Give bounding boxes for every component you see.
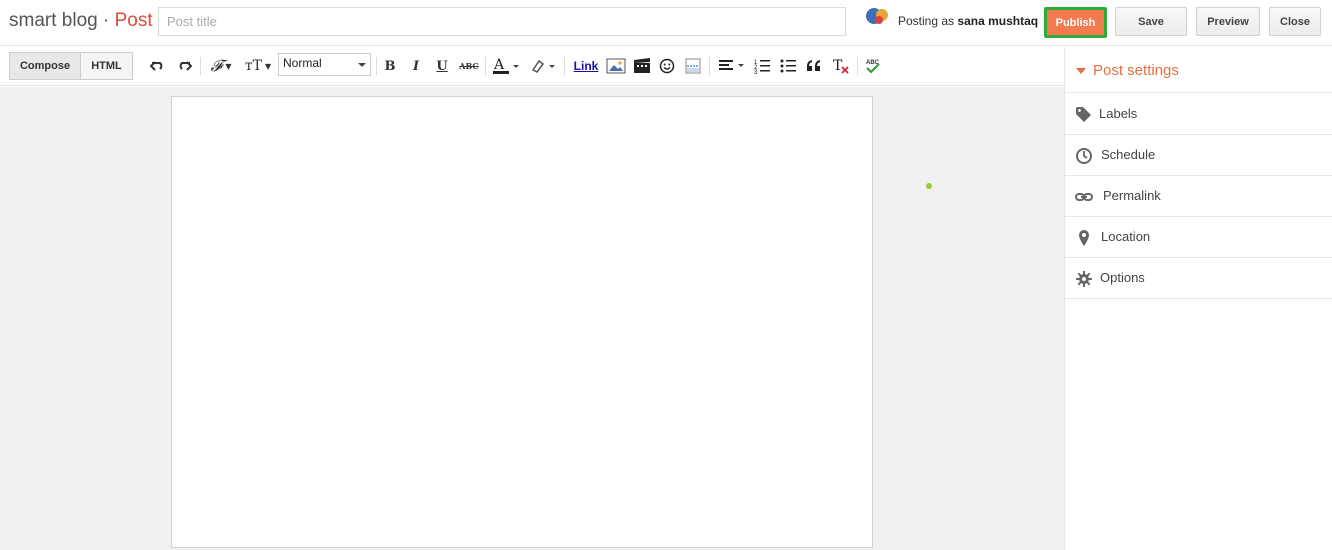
- location-pin-icon: [1075, 229, 1093, 247]
- underline-button[interactable]: U: [435, 56, 449, 76]
- svg-text:A: A: [493, 57, 505, 73]
- redo-icon[interactable]: [175, 56, 193, 76]
- link-button[interactable]: Link: [572, 56, 600, 76]
- paragraph-format-select[interactable]: Normal: [278, 53, 371, 76]
- highlight-color-icon[interactable]: [528, 56, 558, 76]
- settings-item-label: Permalink: [1103, 188, 1161, 203]
- post-settings-title: Post settings: [1093, 62, 1179, 79]
- undo-icon[interactable]: [149, 56, 167, 76]
- settings-item-label: Location: [1101, 229, 1151, 244]
- preview-button[interactable]: Preview: [1196, 7, 1260, 36]
- text-color-icon[interactable]: A: [492, 56, 522, 76]
- avatar[interactable]: [865, 6, 889, 26]
- title-separator: ·: [97, 10, 115, 31]
- caret-down-icon: [1076, 68, 1086, 74]
- top-header: smart blog · Post Posting as sana mushta…: [0, 0, 1332, 46]
- gear-icon: [1075, 270, 1093, 288]
- posting-as-label: Posting as sana mushtaq: [898, 14, 1039, 28]
- font-family-icon[interactable]: 𝓕 ▼: [207, 56, 235, 76]
- settings-item-label: Options: [1100, 270, 1145, 285]
- remove-formatting-icon[interactable]: T: [831, 56, 851, 76]
- quote-icon[interactable]: [805, 56, 823, 76]
- save-button[interactable]: Save: [1115, 7, 1187, 36]
- settings-item-labels[interactable]: Labels: [1065, 94, 1332, 135]
- settings-item-options[interactable]: Options: [1065, 258, 1332, 299]
- clock-icon: [1075, 147, 1093, 165]
- font-size-icon[interactable]: ᴛT ▼: [243, 56, 273, 76]
- align-icon[interactable]: [717, 56, 747, 76]
- bold-button[interactable]: B: [383, 56, 397, 76]
- toolbar-divider: [857, 57, 858, 75]
- settings-item-schedule[interactable]: Schedule: [1065, 135, 1332, 176]
- svg-text:T: T: [833, 58, 843, 74]
- chevron-down-icon: [358, 63, 366, 67]
- insert-image-icon[interactable]: [605, 56, 627, 76]
- spellcheck-icon[interactable]: ABC: [863, 56, 883, 76]
- settings-item-label: Schedule: [1101, 147, 1156, 162]
- toolbar-divider: [376, 57, 377, 75]
- link-icon: [1075, 188, 1093, 206]
- strikethrough-button[interactable]: ABC: [459, 56, 479, 76]
- publish-button[interactable]: Publish: [1044, 7, 1107, 38]
- post-breadcrumb: Post: [114, 10, 153, 31]
- tag-icon: [1075, 106, 1093, 124]
- post-body-editor[interactable]: [171, 96, 873, 548]
- toolbar-divider: [564, 57, 565, 75]
- settings-item-permalink[interactable]: Permalink: [1065, 176, 1332, 217]
- toolbar-divider: [709, 57, 710, 75]
- blog-title: smart blog · Post: [9, 10, 153, 32]
- toolbar-divider: [485, 57, 486, 75]
- italic-button[interactable]: I: [409, 56, 423, 76]
- bulleted-list-icon[interactable]: [779, 56, 797, 76]
- emoji-icon[interactable]: [658, 56, 676, 76]
- post-settings-panel: Post settings Labels Schedule Permalink …: [1064, 47, 1332, 550]
- insert-video-icon[interactable]: [632, 56, 652, 76]
- user-name: sana mushtaq: [957, 14, 1039, 28]
- numbered-list-icon[interactable]: 123: [753, 56, 771, 76]
- editor-toolbar: Compose HTML 𝓕 ▼ ᴛT ▼ Normal B I U ABC A L…: [0, 47, 1064, 86]
- close-button[interactable]: Close: [1269, 7, 1321, 36]
- post-settings-header[interactable]: Post settings: [1065, 47, 1332, 93]
- settings-item-label: Labels: [1099, 106, 1138, 121]
- compose-mode-button[interactable]: Compose: [9, 52, 81, 80]
- jump-break-icon[interactable]: [684, 56, 702, 76]
- post-title-input[interactable]: [158, 7, 846, 36]
- settings-item-location[interactable]: Location: [1065, 217, 1332, 258]
- blog-name[interactable]: smart blog: [9, 10, 98, 31]
- toolbar-divider: [200, 57, 201, 75]
- svg-text:3: 3: [754, 70, 758, 74]
- cursor-dot: [926, 183, 932, 189]
- html-mode-button[interactable]: HTML: [81, 52, 133, 80]
